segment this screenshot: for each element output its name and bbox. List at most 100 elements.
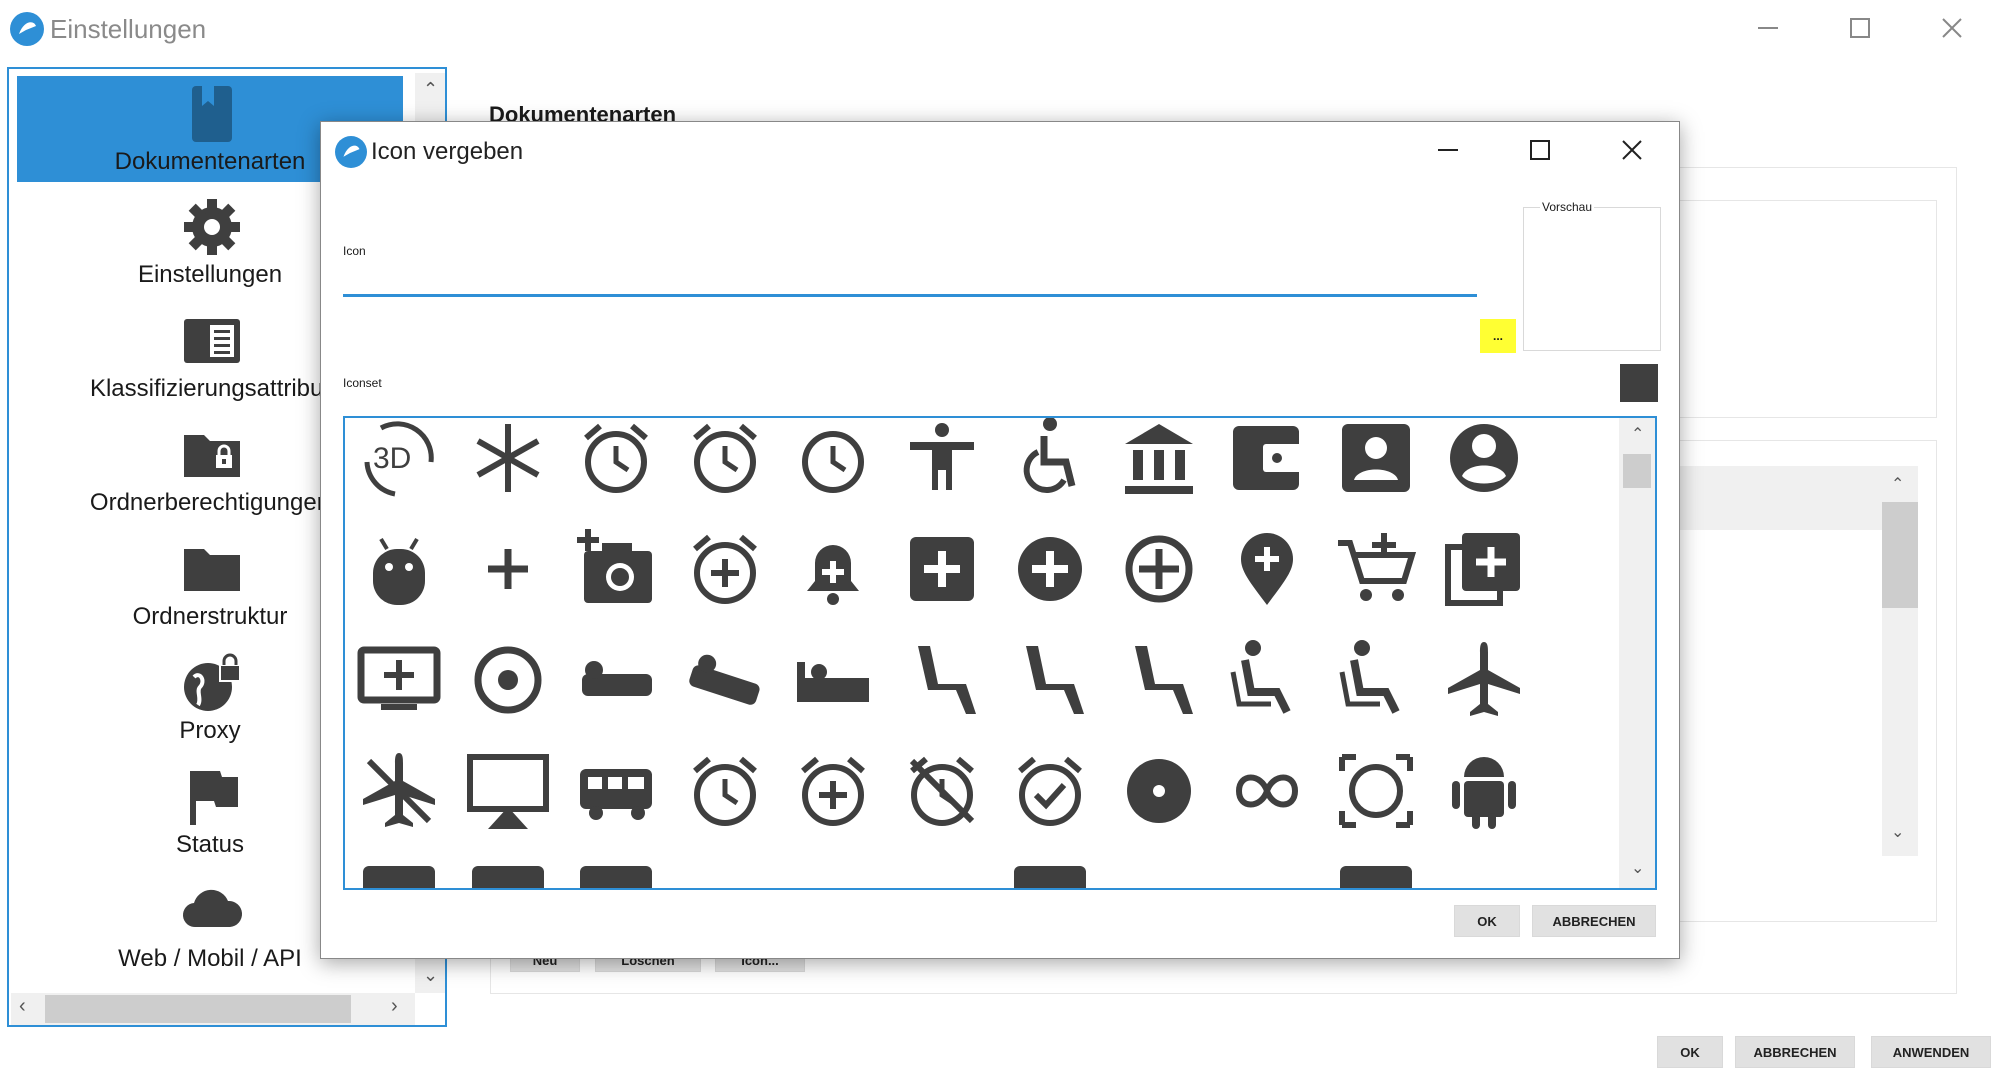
- add-icon[interactable]: [460, 521, 556, 617]
- maximize-button[interactable]: [1840, 8, 1880, 48]
- add-box-icon[interactable]: [894, 521, 990, 617]
- access-alarm-icon[interactable]: [568, 418, 664, 506]
- cloud-icon: [182, 889, 243, 928]
- scroll-down-icon[interactable]: ⌄: [423, 965, 438, 986]
- airline-seat-individual-suite-icon[interactable]: [785, 632, 881, 728]
- dialog-maximize-button[interactable]: [1520, 130, 1560, 170]
- folder-icon: [184, 549, 240, 591]
- grid-scrollbar[interactable]: ⌃ ⌄: [1619, 418, 1655, 888]
- close-icon: [1942, 18, 1962, 38]
- icon-grid[interactable]: 3D ⌃ ⌄: [343, 416, 1657, 890]
- airline-seat-recline-extra-icon[interactable]: [1219, 632, 1315, 728]
- list-row-selected[interactable]: [1670, 466, 1882, 530]
- add-to-queue-icon[interactable]: [351, 632, 447, 728]
- icon-row-cut[interactable]: [1328, 854, 1424, 888]
- add-to-photos-icon[interactable]: [1436, 521, 1532, 617]
- scroll-left-icon[interactable]: ‹: [19, 995, 26, 1018]
- dialog-minimize-button[interactable]: [1428, 130, 1468, 170]
- alarm-on-icon[interactable]: [1002, 743, 1098, 839]
- 3d-rotation-icon[interactable]: 3D: [351, 418, 447, 506]
- preview-box: Vorschau: [1523, 200, 1661, 351]
- alarm-icon[interactable]: [677, 743, 773, 839]
- h-scroll-thumb[interactable]: [45, 995, 351, 1023]
- accessibility-icon[interactable]: [894, 418, 990, 506]
- airplay-icon[interactable]: [460, 743, 556, 839]
- icon-row-cut[interactable]: [1219, 854, 1315, 888]
- dialog-ok-button[interactable]: OK: [1454, 905, 1520, 937]
- add-alert-icon[interactable]: [785, 521, 881, 617]
- icon-row-cut[interactable]: [1002, 854, 1098, 888]
- scroll-right-icon[interactable]: ›: [391, 995, 398, 1018]
- sidebar-horizontal-scrollbar[interactable]: ‹ ›: [11, 993, 415, 1025]
- locked-folder-icon: [184, 435, 240, 477]
- add-circle-outline-icon[interactable]: [1111, 521, 1207, 617]
- adjust-icon[interactable]: [460, 632, 556, 728]
- add-alarm-icon[interactable]: [677, 521, 773, 617]
- icon-field-label: Icon: [343, 244, 366, 258]
- maximize-icon: [1850, 18, 1870, 38]
- airline-seat-legroom-extra-icon[interactable]: [894, 632, 990, 728]
- alarm-off-icon[interactable]: [894, 743, 990, 839]
- main-cancel-button[interactable]: ABBRECHEN: [1735, 1036, 1855, 1068]
- add-circle-icon[interactable]: [1002, 521, 1098, 617]
- airplanemode-active-icon[interactable]: [1436, 632, 1532, 728]
- grid-scroll-thumb[interactable]: [1623, 454, 1651, 488]
- account-circle-icon[interactable]: [1436, 418, 1532, 506]
- icon-row-cut[interactable]: [460, 854, 556, 888]
- add-location-icon[interactable]: [1219, 521, 1315, 617]
- dialog-title: Icon vergeben: [371, 138, 524, 165]
- minimize-button[interactable]: [1748, 8, 1788, 48]
- airline-seat-legroom-normal-icon[interactable]: [1002, 632, 1098, 728]
- airline-seat-recline-normal-icon[interactable]: [1328, 632, 1424, 728]
- dialog-cancel-button[interactable]: ABBRECHEN: [1532, 905, 1656, 937]
- icon-row-cut[interactable]: [568, 854, 664, 888]
- access-time-icon[interactable]: [785, 418, 881, 506]
- icon-input[interactable]: [343, 262, 1477, 297]
- airport-shuttle-icon[interactable]: [568, 743, 664, 839]
- main-ok-button[interactable]: OK: [1657, 1036, 1723, 1068]
- icon-row-cut[interactable]: [894, 854, 990, 888]
- icon-row-cut[interactable]: [785, 854, 881, 888]
- album-icon[interactable]: [1111, 743, 1207, 839]
- account-box-icon[interactable]: [1328, 418, 1424, 506]
- ac-unit-icon[interactable]: [460, 418, 556, 506]
- preview-label: Vorschau: [1540, 200, 1595, 214]
- account-balance-wallet-icon[interactable]: [1219, 418, 1315, 506]
- icon-row-cut[interactable]: [1436, 854, 1532, 888]
- account-balance-icon[interactable]: [1111, 418, 1207, 506]
- list-card-icon: [184, 319, 240, 363]
- scroll-up-icon[interactable]: ⌃: [423, 79, 438, 100]
- all-inclusive-icon[interactable]: [1219, 743, 1315, 839]
- list-scroll-down-icon[interactable]: ⌄: [1891, 822, 1904, 842]
- list-scroll-up-icon[interactable]: ⌃: [1891, 474, 1904, 494]
- access-alarms-icon[interactable]: [677, 418, 773, 506]
- minimize-icon: [1758, 27, 1778, 29]
- airline-seat-legroom-reduced-icon[interactable]: [1111, 632, 1207, 728]
- grid-scroll-down-icon[interactable]: ⌄: [1631, 858, 1644, 878]
- icon-row-cut[interactable]: [677, 854, 773, 888]
- airplanemode-inactive-icon[interactable]: [351, 743, 447, 839]
- list-scrollbar[interactable]: ⌃ ⌄: [1882, 466, 1918, 856]
- alarm-add-icon[interactable]: [785, 743, 881, 839]
- minimize-icon: [1438, 149, 1458, 151]
- airline-seat-flat-angled-icon[interactable]: [677, 632, 773, 728]
- list-scroll-thumb[interactable]: [1882, 502, 1918, 608]
- add-shopping-cart-icon[interactable]: [1328, 521, 1424, 617]
- dialog-close-button[interactable]: [1612, 130, 1652, 170]
- add-a-photo-icon[interactable]: [568, 521, 664, 617]
- app-logo-icon: [10, 12, 44, 46]
- grid-scroll-up-icon[interactable]: ⌃: [1631, 424, 1644, 444]
- adb-icon[interactable]: [351, 521, 447, 617]
- main-apply-button[interactable]: ANWENDEN: [1871, 1036, 1991, 1068]
- accessible-icon[interactable]: [1002, 418, 1098, 506]
- browse-button[interactable]: ...: [1480, 319, 1516, 353]
- svg-text:3D: 3D: [373, 442, 411, 475]
- all-out-icon[interactable]: [1328, 743, 1424, 839]
- icon-dialog[interactable]: Icon vergeben Icon ... Vorschau Iconset …: [320, 121, 1680, 959]
- airline-seat-flat-icon[interactable]: [568, 632, 664, 728]
- icon-row-cut[interactable]: [1111, 854, 1207, 888]
- icon-row-cut[interactable]: [351, 854, 447, 888]
- color-swatch[interactable]: [1620, 364, 1658, 402]
- android-icon[interactable]: [1436, 743, 1532, 839]
- close-button[interactable]: [1932, 8, 1972, 48]
